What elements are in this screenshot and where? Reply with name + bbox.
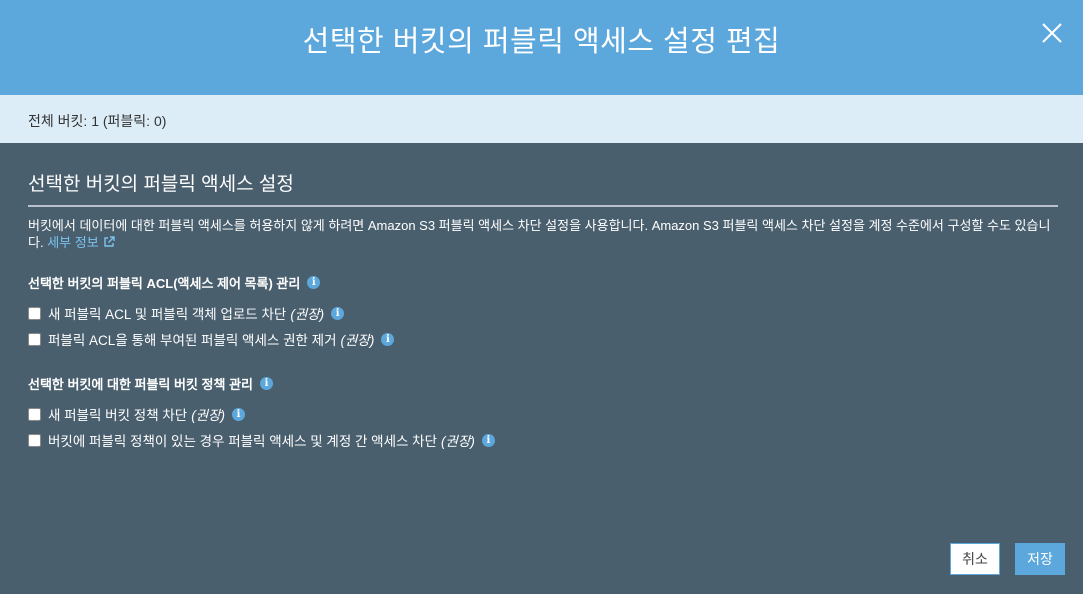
section-description: 버킷에서 데이터에 대한 퍼블릭 액세스를 허용하지 않게 하려면 Amazon… bbox=[28, 217, 1058, 251]
option-label: 새 퍼블릭 버킷 정책 차단 bbox=[48, 408, 188, 423]
checkbox-remove-public-acls[interactable] bbox=[28, 332, 41, 346]
modal-body: 선택한 버킷의 퍼블릭 액세스 설정 버킷에서 데이터에 대한 퍼블릭 액세스를… bbox=[28, 143, 1058, 449]
info-icon[interactable]: i bbox=[331, 306, 345, 320]
checkbox-restrict-public-buckets[interactable] bbox=[28, 433, 41, 447]
section-heading: 선택한 버킷의 퍼블릭 액세스 설정 bbox=[28, 143, 1058, 207]
info-icon[interactable]: i bbox=[260, 377, 273, 390]
acl-group-title: 선택한 버킷의 퍼블릭 ACL(액세스 제어 목록) 관리 i bbox=[28, 273, 1058, 292]
external-link-icon bbox=[103, 236, 115, 247]
bucket-summary-text: 전체 버킷: 1 (퍼블릭: 0) bbox=[28, 113, 167, 129]
recommended-tag: (권장) bbox=[340, 333, 375, 348]
acl-group-title-text: 선택한 버킷의 퍼블릭 ACL(액세스 제어 목록) 관리 bbox=[28, 276, 301, 291]
option-label: 버킷에 퍼블릭 정책이 있는 경우 퍼블릭 액세스 및 계정 간 액세스 차단 bbox=[48, 434, 438, 449]
info-icon[interactable]: i bbox=[307, 276, 321, 289]
recommended-tag: (권장) bbox=[191, 408, 226, 423]
checkbox-block-new-public-acls[interactable] bbox=[28, 306, 41, 320]
recommended-tag: (권장) bbox=[290, 307, 325, 322]
option-block-new-public-acls: 새 퍼블릭 ACL 및 퍼블릭 객체 업로드 차단 (권장) i bbox=[28, 304, 1058, 322]
details-link[interactable]: 세부 정보 bbox=[47, 235, 115, 250]
recommended-tag: (권장) bbox=[441, 434, 475, 449]
modal-header: 선택한 버킷의 퍼블릭 액세스 설정 편집 bbox=[0, 0, 1083, 95]
details-link-label: 세부 정보 bbox=[47, 235, 99, 250]
info-icon[interactable]: i bbox=[232, 407, 246, 421]
cancel-button[interactable]: 취소 bbox=[950, 543, 1000, 575]
option-label: 퍼블릭 ACL을 통해 부여된 퍼블릭 액세스 권한 제거 bbox=[48, 333, 337, 348]
info-icon[interactable]: i bbox=[481, 433, 495, 447]
description-text: 버킷에서 데이터에 대한 퍼블릭 액세스를 허용하지 않게 하려면 Amazon… bbox=[28, 218, 1051, 250]
policy-group-title: 선택한 버킷에 대한 퍼블릭 버킷 정책 관리 i bbox=[28, 374, 1058, 393]
save-button[interactable]: 저장 bbox=[1015, 543, 1065, 575]
modal-title: 선택한 버킷의 퍼블릭 액세스 설정 편집 bbox=[302, 26, 781, 58]
info-icon[interactable]: i bbox=[381, 332, 395, 346]
bucket-summary-bar: 전체 버킷: 1 (퍼블릭: 0) bbox=[0, 95, 1083, 143]
option-remove-public-acls: 퍼블릭 ACL을 통해 부여된 퍼블릭 액세스 권한 제거 (권장) i bbox=[28, 330, 1058, 348]
option-restrict-public-buckets: 버킷에 퍼블릭 정책이 있는 경우 퍼블릭 액세스 및 계정 간 액세스 차단 … bbox=[28, 431, 1058, 449]
close-button[interactable] bbox=[1031, 12, 1073, 54]
option-block-new-bucket-policies: 새 퍼블릭 버킷 정책 차단 (권장) i bbox=[28, 405, 1058, 423]
policy-group-title-text: 선택한 버킷에 대한 퍼블릭 버킷 정책 관리 bbox=[28, 377, 253, 392]
checkbox-block-new-bucket-policies[interactable] bbox=[28, 407, 41, 421]
option-label: 새 퍼블릭 ACL 및 퍼블릭 객체 업로드 차단 bbox=[48, 307, 287, 322]
close-icon bbox=[1042, 23, 1062, 43]
